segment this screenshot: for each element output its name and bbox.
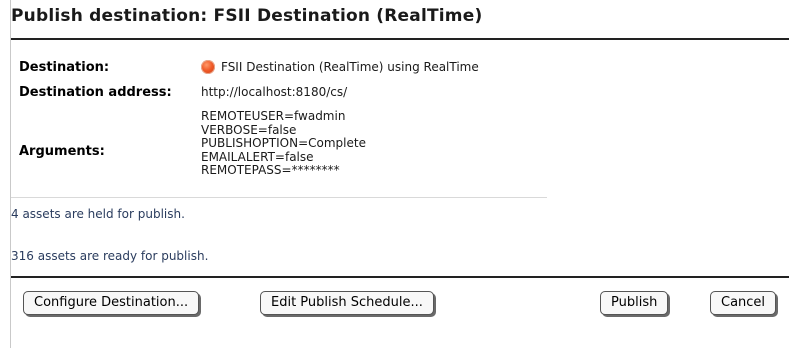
argument-item: EMAILALERT=false	[201, 149, 314, 164]
argument-item: PUBLISHOPTION=Complete	[201, 136, 366, 151]
edit-publish-schedule-button[interactable]: Edit Publish Schedule...	[260, 291, 434, 315]
destination-value-row: FSII Destination (RealTime) using RealTi…	[201, 60, 479, 74]
ready-assets-text: 316 assets are ready for publish.	[11, 249, 209, 263]
details-divider	[11, 197, 547, 198]
held-assets-text: 4 assets are held for publish.	[11, 207, 185, 221]
argument-item: REMOTEPASS=********	[201, 163, 340, 178]
argument-item: REMOTEUSER=fwadmin	[201, 109, 346, 123]
publish-destination-panel: Publish destination: FSII Destination (R…	[11, 0, 789, 348]
actions-divider	[11, 276, 789, 278]
configure-destination-button[interactable]: Configure Destination...	[23, 291, 200, 315]
arguments-list: REMOTEUSER=fwadmin VERBOSE=false PUBLISH…	[201, 109, 366, 178]
title-divider	[11, 38, 789, 40]
destination-label: Destination:	[19, 60, 110, 75]
publish-button[interactable]: Publish	[600, 291, 669, 315]
destination-value: FSII Destination (RealTime) using RealTi…	[221, 60, 479, 74]
argument-item: VERBOSE=false	[201, 122, 297, 137]
page-title: Publish destination: FSII Destination (R…	[11, 6, 483, 26]
destination-address-label: Destination address:	[19, 85, 172, 100]
status-dot-icon	[201, 60, 215, 74]
cancel-button[interactable]: Cancel	[710, 291, 777, 315]
destination-address-value: http://localhost:8180/cs/	[201, 85, 348, 99]
arguments-label: Arguments:	[19, 144, 105, 159]
